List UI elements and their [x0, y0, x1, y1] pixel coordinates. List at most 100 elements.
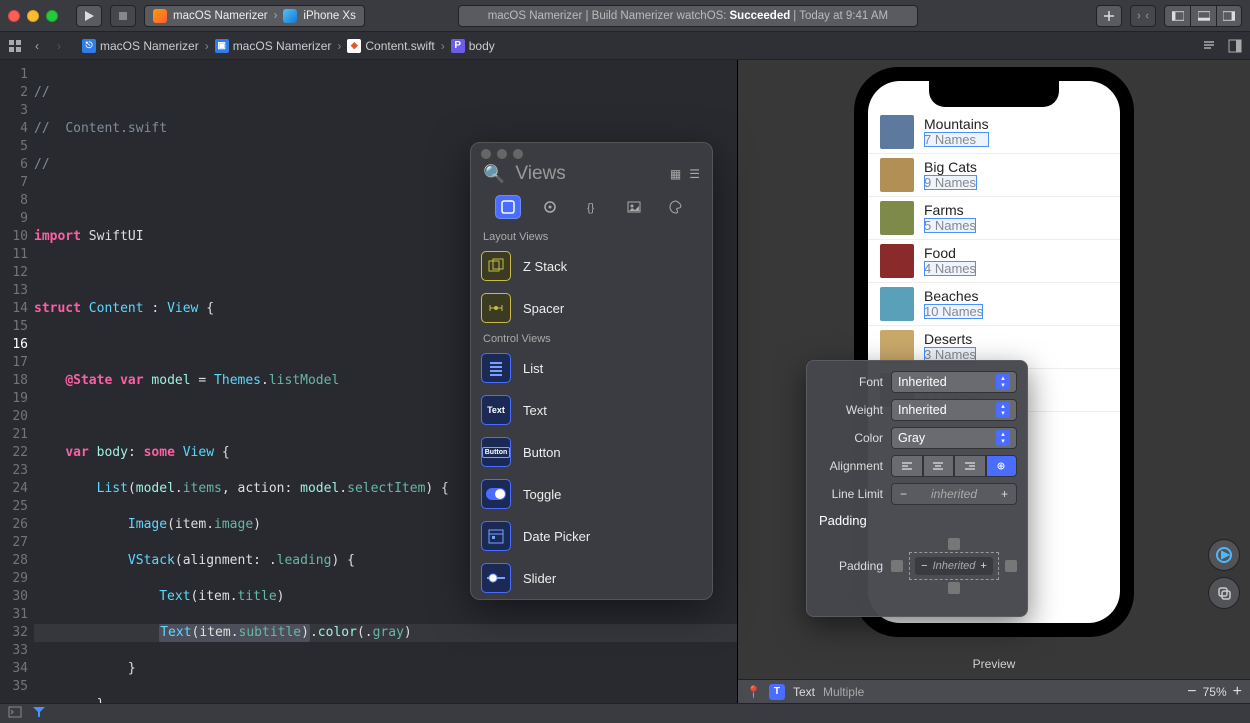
row-title: Beaches — [924, 288, 983, 304]
row-title: Big Cats — [924, 159, 977, 175]
version-editor-button[interactable] — [1130, 5, 1156, 27]
align-center-button[interactable] — [923, 455, 955, 477]
alignment-segmented — [891, 455, 1017, 477]
window-traffic-lights — [8, 10, 58, 22]
zoom-in-button[interactable]: + — [1233, 683, 1242, 701]
scheme-selector[interactable]: macOS Namerizer › iPhone Xs — [144, 5, 365, 27]
status-prefix: macOS Namerizer | Build Namerizer watchO… — [488, 10, 727, 22]
toggle-right-panel-button[interactable] — [1216, 5, 1242, 27]
device-scheme-icon — [283, 9, 297, 23]
breadcrumb-folder[interactable]: ▣ macOS Namerizer — [215, 39, 332, 53]
library-search-input[interactable]: Views — [515, 163, 659, 185]
color-select[interactable]: Gray — [891, 427, 1017, 449]
views-tab[interactable] — [495, 195, 521, 219]
library-item[interactable]: Date Picker — [471, 515, 712, 557]
align-left-button[interactable] — [891, 455, 923, 477]
duplicate-preview-button[interactable] — [1208, 577, 1240, 609]
path-breadcrumb-bar: ‹ › ⎋ macOS Namerizer ▣ macOS Namerizer … — [0, 32, 1250, 60]
app-scheme-icon — [153, 9, 167, 23]
stop-button[interactable] — [110, 5, 136, 27]
color-tab[interactable] — [663, 195, 689, 219]
padding-section-header: Padding — [819, 513, 1017, 528]
zoom-window-icon[interactable] — [46, 10, 58, 22]
library-add-button[interactable] — [1096, 5, 1122, 27]
library-item[interactable]: Spacer — [471, 287, 712, 329]
stepper-minus-button[interactable]: − — [921, 560, 927, 572]
grid-view-icon[interactable]: ▦ — [670, 167, 681, 181]
canvas-selection-bar: 📍 T Text Multiple − 75% + — [738, 679, 1250, 703]
scheme-app-name: macOS Namerizer — [173, 10, 268, 22]
list-item[interactable]: Mountains 7 Names — [868, 111, 1120, 154]
list-item[interactable]: Beaches 10 Names — [868, 283, 1120, 326]
line-number-gutter: 1234567891011121314151617181920212223242… — [0, 60, 34, 703]
toggle-bottom-panel-button[interactable] — [1190, 5, 1216, 27]
row-subtitle: 10 Names — [924, 304, 983, 319]
media-tab[interactable] — [621, 195, 647, 219]
library-item[interactable]: Slider — [471, 557, 712, 599]
library-category-tabs: {} — [471, 193, 712, 227]
debug-console-icon[interactable] — [8, 706, 22, 721]
library-item-icon — [481, 521, 511, 551]
select-stepper-icon[interactable] — [996, 402, 1010, 418]
weight-select[interactable]: Inherited — [891, 399, 1017, 421]
breadcrumb-symbol[interactable]: P body — [451, 39, 495, 53]
list-item[interactable]: Big Cats 9 Names — [868, 154, 1120, 197]
nav-forward-button[interactable]: › — [50, 37, 68, 55]
adjust-editor-options-icon[interactable] — [1226, 37, 1244, 55]
popover-close-icon[interactable] — [481, 149, 491, 159]
library-item[interactable]: List — [471, 347, 712, 389]
related-items-icon[interactable] — [6, 37, 24, 55]
popover-min-icon[interactable] — [497, 149, 507, 159]
library-item-icon: Button — [481, 437, 511, 467]
titlebar: macOS Namerizer › iPhone Xs macOS Nameri… — [0, 0, 1250, 32]
linelimit-stepper[interactable]: − inherited + — [891, 483, 1017, 505]
zoom-level: 75% — [1203, 685, 1227, 699]
library-item-icon — [481, 353, 511, 383]
filter-icon[interactable] — [32, 706, 46, 721]
padding-right-checkbox[interactable] — [1005, 560, 1017, 572]
minimize-window-icon[interactable] — [27, 10, 39, 22]
live-preview-button[interactable] — [1208, 539, 1240, 571]
list-item[interactable]: Farms 5 Names — [868, 197, 1120, 240]
nav-back-button[interactable]: ‹ — [28, 37, 46, 55]
breadcrumb-project[interactable]: ⎋ macOS Namerizer — [82, 39, 199, 53]
select-stepper-icon[interactable] — [996, 374, 1010, 390]
library-item[interactable]: Text Text — [471, 389, 712, 431]
library-item[interactable]: Button Button — [471, 431, 712, 473]
zoom-out-button[interactable]: − — [1187, 683, 1196, 701]
minimap-toggle-icon[interactable] — [1200, 37, 1218, 55]
stepper-plus-button[interactable]: + — [1001, 487, 1008, 501]
pin-icon[interactable]: 📍 — [746, 685, 761, 699]
align-right-button[interactable] — [954, 455, 986, 477]
library-item-icon — [481, 251, 511, 281]
snippets-tab[interactable]: {} — [579, 195, 605, 219]
popover-zoom-icon[interactable] — [513, 149, 523, 159]
modifiers-tab[interactable] — [537, 195, 563, 219]
stepper-minus-button[interactable]: − — [900, 487, 907, 501]
font-select[interactable]: Inherited — [891, 371, 1017, 393]
select-stepper-icon[interactable] — [996, 430, 1010, 446]
library-item-icon — [481, 479, 511, 509]
padding-top-checkbox[interactable] — [948, 538, 960, 550]
library-item[interactable]: Z Stack — [471, 245, 712, 287]
align-default-button[interactable] — [986, 455, 1018, 477]
breadcrumb-sep-icon — [439, 39, 447, 53]
run-button[interactable] — [76, 5, 102, 27]
library-item[interactable]: Toggle — [471, 473, 712, 515]
scheme-chevron-icon: › — [274, 10, 278, 22]
toggle-left-panel-button[interactable] — [1164, 5, 1190, 27]
activity-status[interactable]: macOS Namerizer | Build Namerizer watchO… — [458, 5, 918, 27]
alignment-label: Alignment — [817, 459, 883, 473]
linelimit-label: Line Limit — [817, 487, 883, 501]
panel-toggle-group — [1164, 5, 1242, 27]
search-icon[interactable]: 🔍 — [483, 164, 505, 185]
padding-bottom-checkbox[interactable] — [948, 582, 960, 594]
padding-left-checkbox[interactable] — [891, 560, 903, 572]
library-item-label: Z Stack — [523, 259, 567, 274]
list-item[interactable]: Food 4 Names — [868, 240, 1120, 283]
padding-value-stepper[interactable]: − Inherited + — [915, 557, 993, 575]
list-view-icon[interactable]: ☰ — [689, 167, 700, 181]
breadcrumb-file[interactable]: ◆ Content.swift — [347, 39, 434, 53]
stepper-plus-button[interactable]: + — [980, 560, 986, 572]
close-window-icon[interactable] — [8, 10, 20, 22]
